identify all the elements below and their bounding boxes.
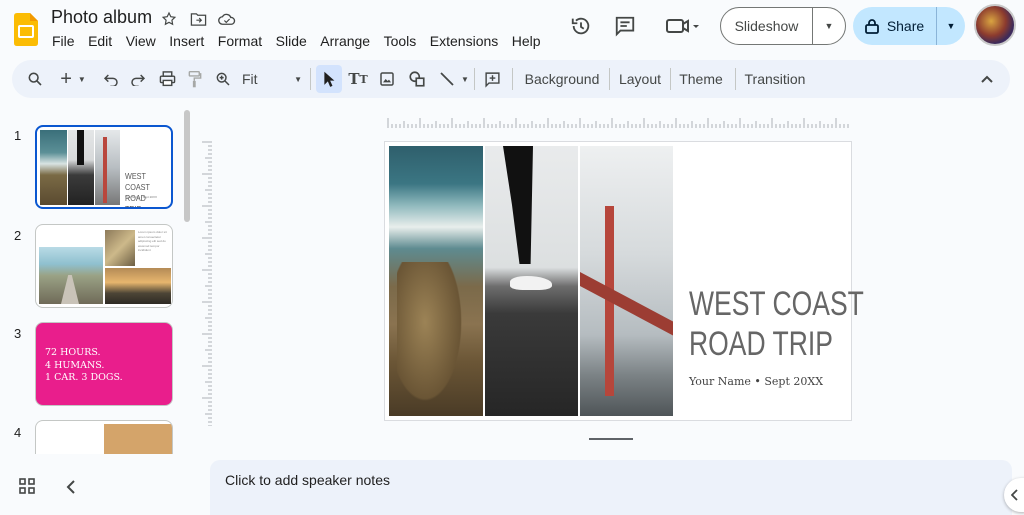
share-dropdown-icon[interactable]: ▼ xyxy=(937,21,965,31)
menu-bar: File Edit View Insert Format Slide Arran… xyxy=(52,33,554,49)
theme-button[interactable]: Theme xyxy=(676,60,726,98)
slide-thumbnail-2[interactable]: Lorem ipsum dolor sit amet consectetur a… xyxy=(35,224,173,308)
slideshow-dropdown-icon[interactable]: ▼ xyxy=(813,21,845,31)
toolbar-divider xyxy=(609,68,610,90)
thumb-title-line1: WEST COAST xyxy=(125,171,150,192)
comments-icon[interactable] xyxy=(610,11,640,41)
lock-icon xyxy=(864,19,879,34)
collapse-filmstrip-icon[interactable] xyxy=(66,480,76,499)
filmstrip-scrollbar[interactable] xyxy=(184,110,190,222)
notes-resize-handle[interactable] xyxy=(589,438,633,440)
redo-icon[interactable] xyxy=(127,60,149,98)
toolbar-divider xyxy=(670,68,671,90)
toolbar-divider xyxy=(512,68,513,90)
share-button[interactable]: Share ▼ xyxy=(853,7,965,45)
select-cursor-icon[interactable] xyxy=(316,65,342,93)
meet-video-icon[interactable] xyxy=(660,11,704,41)
slide-title-line1[interactable]: WEST COAST xyxy=(689,284,864,324)
slide-number: 1 xyxy=(14,128,22,143)
slide-title-line2[interactable]: ROAD TRIP xyxy=(689,324,864,364)
zoom-value: Fit xyxy=(242,71,258,87)
slide-number: 2 xyxy=(14,228,22,243)
new-slide-icon[interactable]: + ▼ xyxy=(54,60,92,98)
add-comment-icon[interactable] xyxy=(480,60,504,98)
zoom-select[interactable]: Fit ▼ xyxy=(240,60,306,98)
layout-button[interactable]: Layout xyxy=(614,60,666,98)
slides-logo-icon[interactable] xyxy=(14,13,38,46)
slide-number: 3 xyxy=(14,326,22,341)
menu-arrange[interactable]: Arrange xyxy=(320,33,370,49)
menu-slide[interactable]: Slide xyxy=(276,33,307,49)
avatar[interactable] xyxy=(974,4,1016,46)
thumb-body-text: Lorem ipsum dolor sit amet consectetur a… xyxy=(138,230,167,252)
slide-thumbnail-4[interactable] xyxy=(35,420,173,454)
zoom-icon[interactable] xyxy=(212,60,234,98)
toolbar-divider xyxy=(735,68,736,90)
speaker-notes-placeholder[interactable]: Click to add speaker notes xyxy=(225,472,390,488)
thumb3-line1: 72 HOURS. xyxy=(45,347,101,358)
menu-tools[interactable]: Tools xyxy=(384,33,417,49)
print-icon[interactable] xyxy=(155,60,179,98)
menu-insert[interactable]: Insert xyxy=(169,33,204,49)
move-to-folder-icon[interactable] xyxy=(189,10,207,28)
star-icon[interactable] xyxy=(160,10,178,28)
thumb3-line3: 1 CAR. 3 DOGS. xyxy=(45,372,123,383)
grid-view-icon[interactable] xyxy=(19,478,35,499)
transition-button[interactable]: Transition xyxy=(740,60,810,98)
slide-canvas[interactable]: WEST COAST ROAD TRIP Your Name • Sept 20… xyxy=(384,141,864,421)
menu-format[interactable]: Format xyxy=(218,33,262,49)
toolbar-divider xyxy=(310,68,311,90)
search-menus-icon[interactable] xyxy=(24,60,46,98)
text-box-icon[interactable]: TT xyxy=(346,60,370,98)
slide-thumbnail-1[interactable]: WEST COAST ROAD TRIP Your Name • Sept 20… xyxy=(35,125,173,209)
menu-help[interactable]: Help xyxy=(512,33,541,49)
version-history-icon[interactable] xyxy=(566,11,596,41)
menu-extensions[interactable]: Extensions xyxy=(430,33,498,49)
vertical-ruler[interactable] xyxy=(200,140,212,426)
thumb-subtitle: Your Name • Sept 20XX xyxy=(125,195,157,199)
zoom-dropdown-icon: ▼ xyxy=(294,74,302,84)
menu-view[interactable]: View xyxy=(126,33,156,49)
slideshow-label[interactable]: Slideshow xyxy=(721,8,813,44)
cloud-saved-icon[interactable] xyxy=(218,10,236,28)
chevron-left-icon xyxy=(1011,489,1018,501)
shape-icon[interactable] xyxy=(404,60,430,98)
toolbar-divider xyxy=(474,68,475,90)
collapse-toolbar-icon[interactable] xyxy=(976,60,998,98)
slideshow-button[interactable]: Slideshow ▼ xyxy=(720,7,846,45)
insert-image-icon[interactable] xyxy=(376,60,398,98)
slide-thumbnail-3[interactable]: 72 HOURS. 4 HUMANS. 1 CAR. 3 DOGS. xyxy=(35,322,173,406)
undo-icon[interactable] xyxy=(100,60,122,98)
thumb3-line2: 4 HUMANS. xyxy=(45,359,105,371)
slide-number: 4 xyxy=(14,425,22,440)
line-icon[interactable]: ▼ xyxy=(436,60,472,98)
share-label: Share xyxy=(886,18,925,34)
document-title[interactable]: Photo album xyxy=(51,7,152,28)
slide-subtitle[interactable]: Your Name • Sept 20XX xyxy=(689,375,823,388)
paint-format-icon[interactable] xyxy=(184,60,206,98)
menu-file[interactable]: File xyxy=(52,33,75,49)
horizontal-ruler[interactable] xyxy=(386,116,850,128)
menu-edit[interactable]: Edit xyxy=(88,33,112,49)
background-button[interactable]: Background xyxy=(520,60,604,98)
